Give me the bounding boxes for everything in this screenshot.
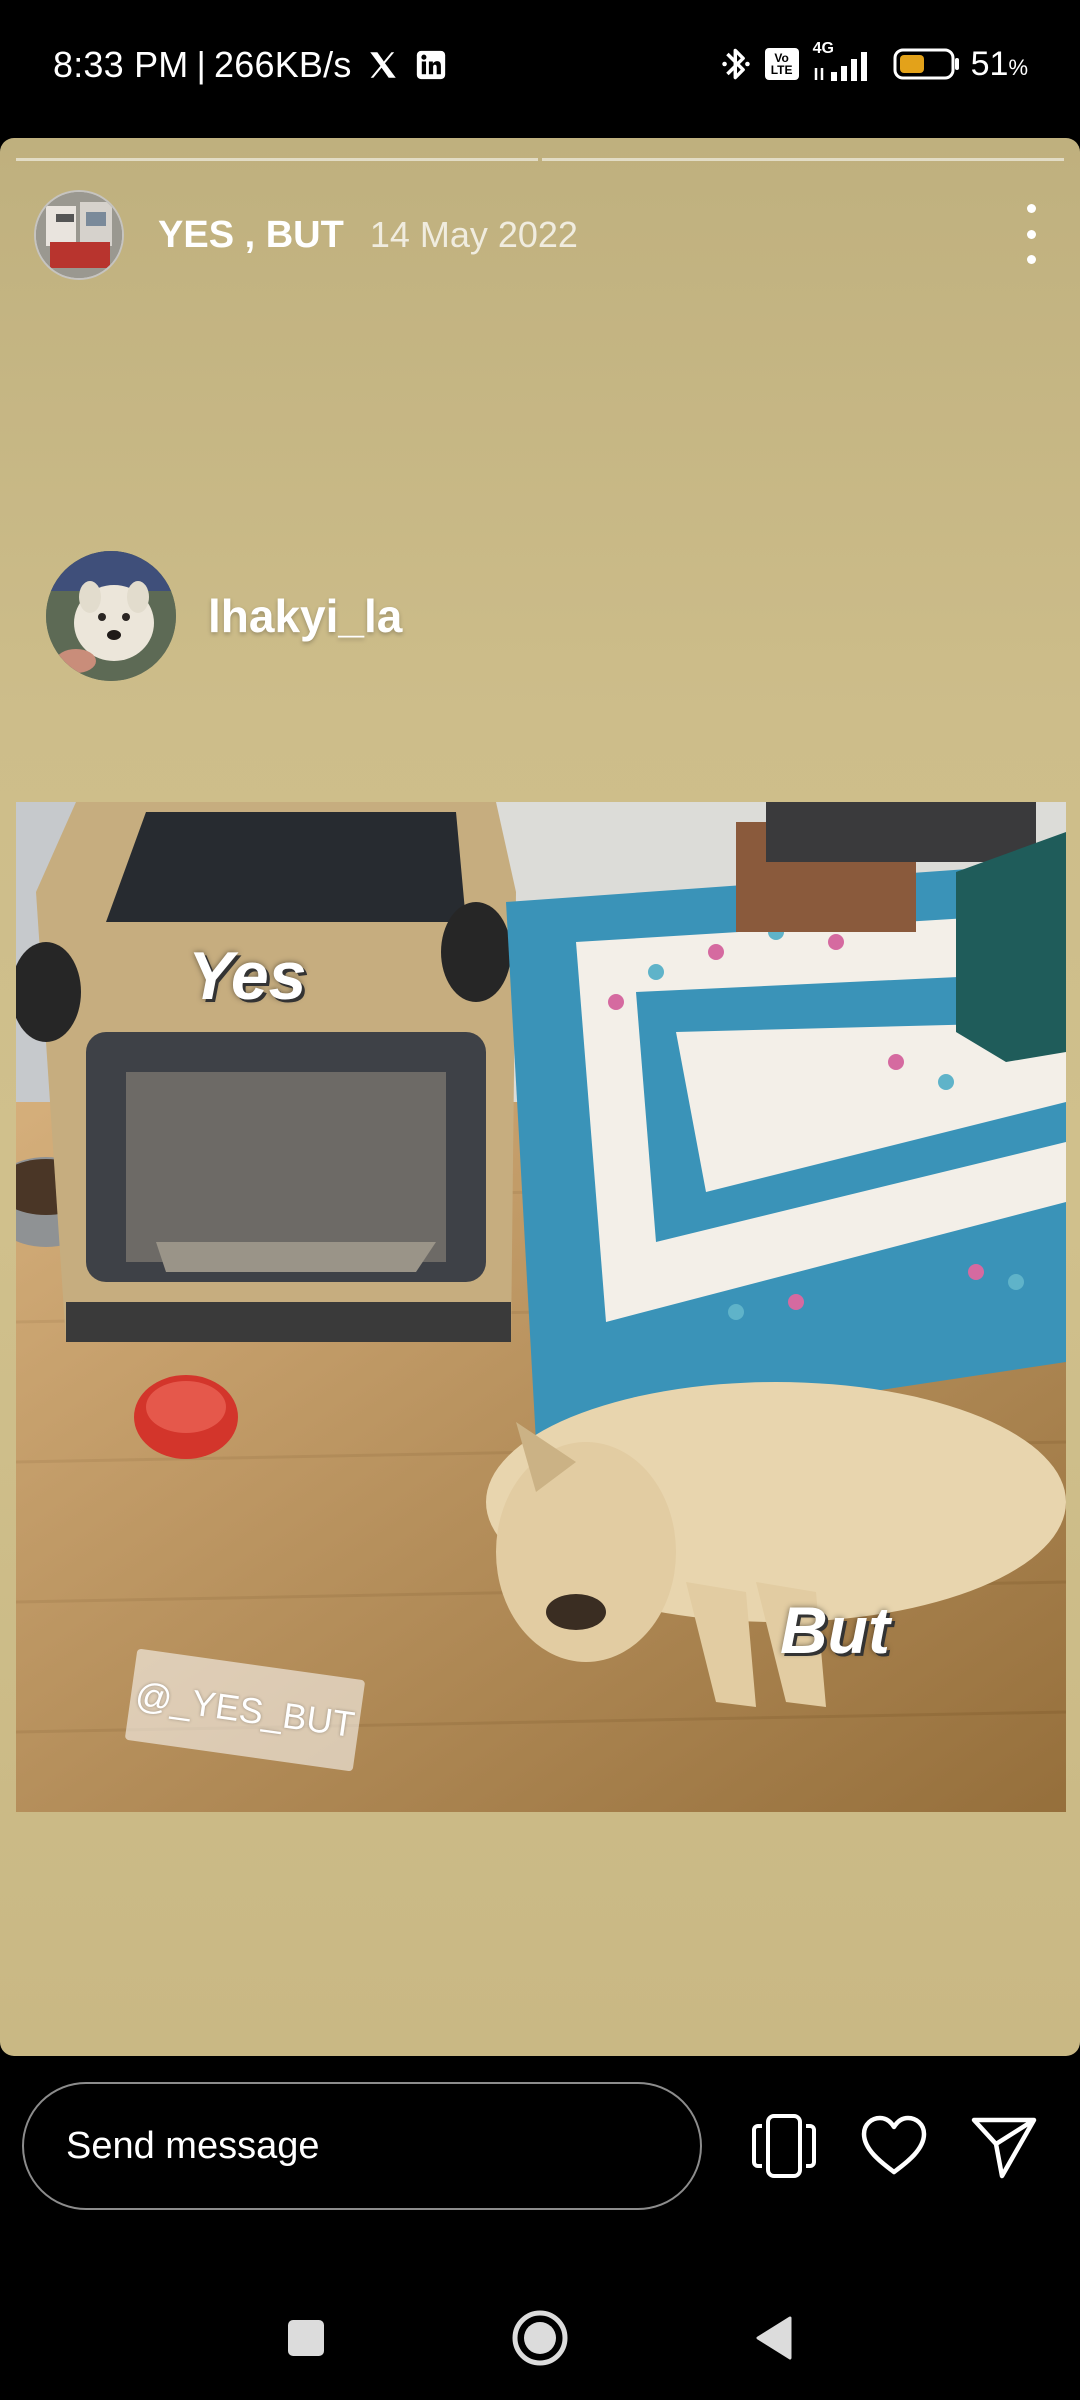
send-direct-icon[interactable] (964, 2106, 1044, 2186)
story-username[interactable]: YES , BUT (158, 214, 344, 257)
overlay-text-but: But (780, 1593, 890, 1667)
signal-icon: 4G (813, 40, 879, 84)
progress-segment (542, 158, 1064, 161)
overlay-text-yes: Yes (188, 938, 307, 1014)
share-frame-icon[interactable] (744, 2106, 824, 2186)
status-time: 8:33 PM (53, 44, 189, 85)
status-right: Vo LTE 4G 51% (721, 40, 1028, 84)
status-speed: 266KB/s (214, 44, 352, 85)
bluetooth-icon (721, 44, 751, 84)
more-options-icon[interactable] (1016, 204, 1046, 264)
story-viewer[interactable]: YES , BUT 14 May 2022 lhakyi_la Yes But … (0, 138, 1080, 2056)
recents-button[interactable] (276, 2308, 336, 2368)
like-heart-icon[interactable] (854, 2106, 934, 2186)
status-left: 8:33 PM | 266KB/s (53, 44, 448, 86)
volte-icon: Vo LTE (764, 48, 799, 80)
home-button[interactable] (510, 2308, 570, 2368)
tagged-user[interactable]: lhakyi_la (46, 551, 402, 681)
system-nav-bar (0, 2270, 1080, 2400)
status-bar: 8:33 PM | 266KB/s Vo LTE 4G 51% (0, 0, 1080, 138)
status-separator: | (196, 44, 207, 85)
volte-label: Vo LTE (770, 51, 793, 77)
progress-segment (16, 158, 538, 161)
x-logo-icon (366, 48, 400, 82)
battery-icon (893, 47, 961, 81)
story-date: 14 May 2022 (369, 214, 578, 255)
send-message-input[interactable]: Send message (22, 2082, 702, 2210)
battery-percent: 51% (970, 44, 1028, 83)
profile-avatar[interactable] (34, 190, 124, 280)
story-progress (16, 158, 1064, 162)
tagged-user-avatar[interactable] (46, 551, 176, 681)
tagged-username[interactable]: lhakyi_la (208, 589, 402, 643)
story-header: YES , BUT 14 May 2022 (34, 190, 1046, 280)
back-button[interactable] (744, 2308, 804, 2368)
linkedin-icon (414, 48, 448, 82)
